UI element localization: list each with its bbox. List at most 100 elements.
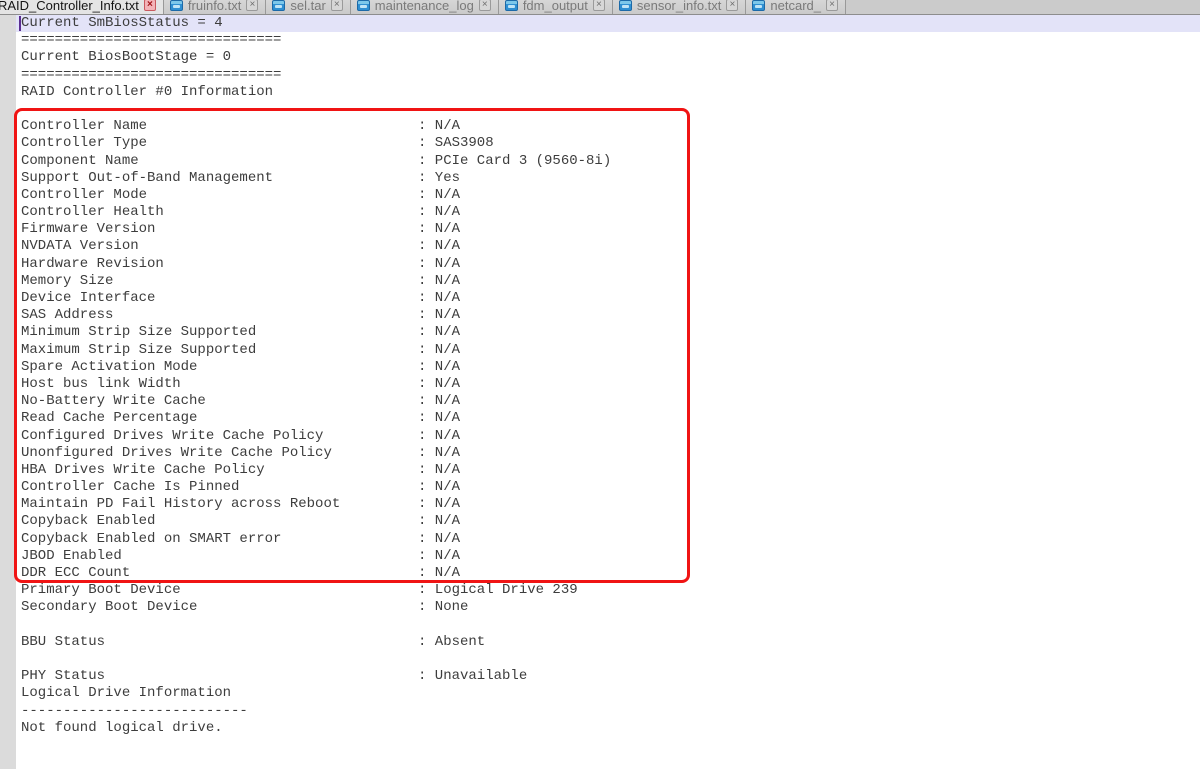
field-value: : Absent xyxy=(418,634,485,650)
editor-line[interactable]: Controller Type: SAS3908 xyxy=(16,135,1200,152)
editor-line[interactable]: Copyback Enabled: N/A xyxy=(16,513,1200,530)
saved-file-icon xyxy=(505,0,518,11)
editor-line[interactable]: Maximum Strip Size Supported: N/A xyxy=(16,342,1200,359)
editor-line[interactable]: BBU Status: Absent xyxy=(16,634,1200,651)
field-value: : N/A xyxy=(418,393,460,409)
field-value: : N/A xyxy=(418,204,460,220)
editor-line[interactable]: Component Name: PCIe Card 3 (9560-8i) xyxy=(16,153,1200,170)
field-label: Component Name xyxy=(21,153,418,170)
field-label: DDR ECC Count xyxy=(21,565,418,582)
editor-line[interactable]: HBA Drives Write Cache Policy: N/A xyxy=(16,462,1200,479)
field-value: : N/A xyxy=(418,565,460,581)
close-tab-icon[interactable]: × xyxy=(593,0,605,11)
tab-label: sel.tar xyxy=(290,0,325,13)
editor-line[interactable]: Current SmBiosStatus = 4 xyxy=(16,15,1200,32)
field-value: : N/A xyxy=(418,376,460,392)
editor-line[interactable]: Hardware Revision: N/A xyxy=(16,256,1200,273)
line-text xyxy=(21,101,29,117)
editor-line[interactable]: Minimum Strip Size Supported: N/A xyxy=(16,324,1200,341)
editor-line[interactable]: Primary Boot Device: Logical Drive 239 xyxy=(16,582,1200,599)
editor-line[interactable]: Device Interface: N/A xyxy=(16,290,1200,307)
field-label: Minimum Strip Size Supported xyxy=(21,324,418,341)
field-value: : N/A xyxy=(418,273,460,289)
editor-line[interactable]: Maintain PD Fail History across Reboot: … xyxy=(16,496,1200,513)
editor-line[interactable]: Configured Drives Write Cache Policy: N/… xyxy=(16,428,1200,445)
line-text: Current SmBiosStatus = 4 xyxy=(21,15,223,31)
field-label: Hardware Revision xyxy=(21,256,418,273)
editor-line[interactable]: RAID Controller #0 Information xyxy=(16,84,1200,101)
editor-line[interactable]: Current BiosBootStage = 0 xyxy=(16,49,1200,66)
field-label: Device Interface xyxy=(21,290,418,307)
editor-line[interactable]: Memory Size: N/A xyxy=(16,273,1200,290)
field-label: Firmware Version xyxy=(21,221,418,238)
field-label: Maximum Strip Size Supported xyxy=(21,342,418,359)
tab-fdm-output[interactable]: fdm_output × xyxy=(499,0,613,15)
field-label: HBA Drives Write Cache Policy xyxy=(21,462,418,479)
editor-line[interactable]: Not found logical drive. xyxy=(16,720,1200,737)
editor-line[interactable]: No-Battery Write Cache: N/A xyxy=(16,393,1200,410)
field-label: JBOD Enabled xyxy=(21,548,418,565)
field-value: : N/A xyxy=(418,307,460,323)
editor-line[interactable] xyxy=(16,101,1200,118)
close-tab-icon[interactable]: × xyxy=(479,0,491,11)
editor-line[interactable]: Controller Mode: N/A xyxy=(16,187,1200,204)
editor-line[interactable]: NVDATA Version: N/A xyxy=(16,238,1200,255)
editor-line[interactable] xyxy=(16,617,1200,634)
editor-line[interactable]: SAS Address: N/A xyxy=(16,307,1200,324)
close-tab-icon[interactable]: × xyxy=(246,0,258,11)
field-label: PHY Status xyxy=(21,668,418,685)
field-value: : N/A xyxy=(418,428,460,444)
line-text: Current BiosBootStage = 0 xyxy=(21,49,231,65)
editor-line[interactable]: Secondary Boot Device: None xyxy=(16,599,1200,616)
text-cursor xyxy=(19,16,21,31)
tab-sel-tar[interactable]: sel.tar × xyxy=(266,0,350,15)
editor-line[interactable]: Host bus link Width: N/A xyxy=(16,376,1200,393)
editor-line[interactable]: --------------------------- xyxy=(16,703,1200,720)
field-label: Support Out-of-Band Management xyxy=(21,170,418,187)
close-tab-icon[interactable]: × xyxy=(144,0,156,11)
field-value: : N/A xyxy=(418,256,460,272)
editor-line[interactable]: Spare Activation Mode: N/A xyxy=(16,359,1200,376)
tab-netcard-[interactable]: netcard_ × xyxy=(746,0,846,15)
editor-line[interactable]: PHY Status: Unavailable xyxy=(16,668,1200,685)
text-editor-content: Current SmBiosStatus = 4================… xyxy=(16,15,1200,769)
editor-line[interactable]: =============================== xyxy=(16,32,1200,49)
line-text: =============================== xyxy=(21,32,281,48)
close-tab-icon[interactable]: × xyxy=(726,0,738,11)
field-label: Spare Activation Mode xyxy=(21,359,418,376)
tab-maintenance-log[interactable]: maintenance_log × xyxy=(351,0,499,15)
editor-line[interactable] xyxy=(16,651,1200,668)
field-label: Controller Mode xyxy=(21,187,418,204)
close-tab-icon[interactable]: × xyxy=(331,0,343,11)
field-value: : N/A xyxy=(418,410,460,426)
line-text: Not found logical drive. xyxy=(21,720,223,736)
field-label: No-Battery Write Cache xyxy=(21,393,418,410)
editor-line[interactable]: Unonfigured Drives Write Cache Policy: N… xyxy=(16,445,1200,462)
tab-sensor-info-txt[interactable]: sensor_info.txt × xyxy=(613,0,747,15)
field-value: : N/A xyxy=(418,342,460,358)
tab-fruinfo-txt[interactable]: fruinfo.txt × xyxy=(164,0,266,15)
editor-line[interactable]: Controller Cache Is Pinned: N/A xyxy=(16,479,1200,496)
tab-label: fruinfo.txt xyxy=(188,0,241,13)
close-tab-icon[interactable]: × xyxy=(826,0,838,11)
line-text: --------------------------- xyxy=(21,703,248,719)
editor-line[interactable]: Controller Health: N/A xyxy=(16,204,1200,221)
editor-line[interactable]: Logical Drive Information xyxy=(16,685,1200,702)
editor-line[interactable]: Copyback Enabled on SMART error: N/A xyxy=(16,531,1200,548)
field-label: Copyback Enabled xyxy=(21,513,418,530)
editor-line[interactable]: JBOD Enabled: N/A xyxy=(16,548,1200,565)
editor-gutter xyxy=(0,15,16,769)
editor-line[interactable]: DDR ECC Count: N/A xyxy=(16,565,1200,582)
tab-raid-controller-info-txt[interactable]: RAID_Controller_Info.txt × xyxy=(0,0,164,15)
tab-label: fdm_output xyxy=(523,0,588,13)
editor-line[interactable]: Read Cache Percentage: N/A xyxy=(16,410,1200,427)
editor-line[interactable]: Controller Name: N/A xyxy=(16,118,1200,135)
editor-line[interactable]: =============================== xyxy=(16,67,1200,84)
saved-file-icon xyxy=(357,0,370,11)
line-text xyxy=(21,617,29,633)
saved-file-icon xyxy=(272,0,285,11)
editor-line[interactable]: Support Out-of-Band Management: Yes xyxy=(16,170,1200,187)
editor-line[interactable]: Firmware Version: N/A xyxy=(16,221,1200,238)
field-value: : N/A xyxy=(418,531,460,547)
field-value: : N/A xyxy=(418,479,460,495)
